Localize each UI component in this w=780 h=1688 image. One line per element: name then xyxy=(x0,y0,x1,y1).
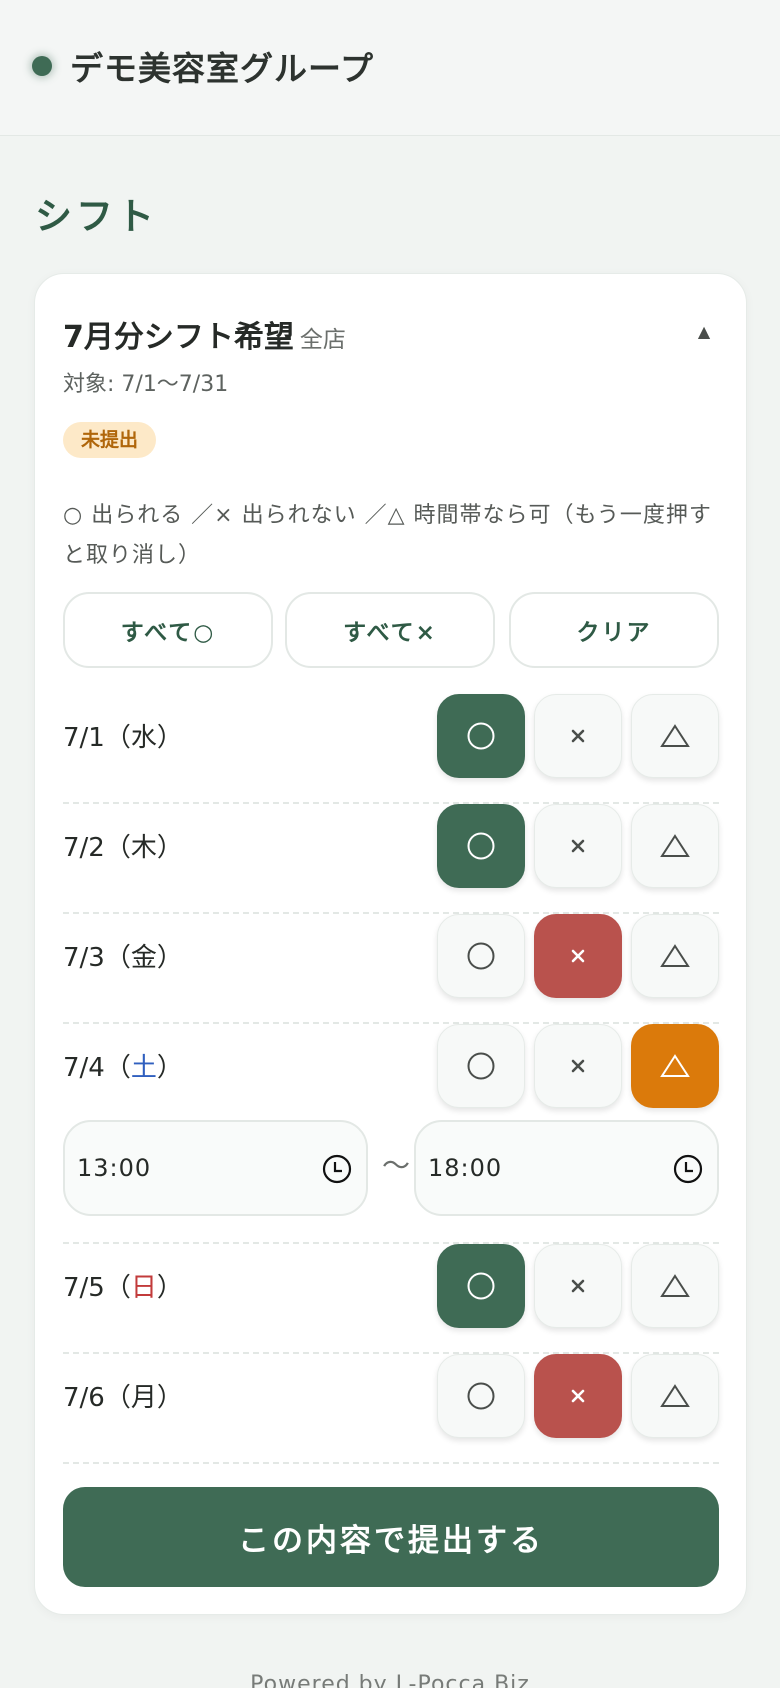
ok-option-button[interactable] xyxy=(437,694,525,778)
day-weekday: 金 xyxy=(130,943,157,973)
ng-option-button[interactable] xyxy=(534,1024,622,1108)
day-weekday: 月 xyxy=(130,1383,157,1413)
ng-option-button[interactable] xyxy=(534,1354,622,1438)
triangle-icon xyxy=(660,1054,690,1077)
all-ng-button[interactable]: すべて× xyxy=(285,592,495,668)
day-row: 7/2（木） xyxy=(63,804,719,914)
app-header: デモ美容室グループ xyxy=(0,0,780,136)
partial-option-button[interactable] xyxy=(631,804,719,888)
cross-icon xyxy=(571,1389,585,1403)
cross-icon xyxy=(571,729,585,743)
time-separator: 〜 xyxy=(381,1149,410,1182)
cross-icon xyxy=(571,1059,585,1073)
bulk-actions: すべて○ すべて× クリア xyxy=(63,592,719,668)
day-row: 7/5（日） xyxy=(63,1244,719,1354)
day-date: 7/5 xyxy=(63,1273,105,1303)
day-weekday: 日 xyxy=(130,1273,157,1303)
ng-option-button[interactable] xyxy=(534,1244,622,1328)
start-time-input[interactable]: 13:00 xyxy=(63,1120,368,1216)
end-time-value: 18:00 xyxy=(428,1154,503,1182)
triangle-icon xyxy=(660,1384,690,1407)
footer-powered-by: Powered by L-Pocca Biz xyxy=(250,1672,530,1688)
collapse-toggle-icon[interactable]: ▲ xyxy=(694,324,714,340)
ng-option-button[interactable] xyxy=(534,694,622,778)
day-weekday: 木 xyxy=(130,833,157,863)
clock-icon[interactable] xyxy=(673,1154,703,1184)
day-label: 7/5（日） xyxy=(63,1273,183,1303)
day-row: 7/1（水） xyxy=(63,694,719,804)
day-label: 7/2（木） xyxy=(63,833,183,863)
shift-request-card: 7月分シフト希望 全店 ▲ 対象: 7/1〜7/31 未提出 ○ 出られる ／× … xyxy=(34,273,747,1615)
triangle-icon xyxy=(660,834,690,857)
day-label: 7/6（月） xyxy=(63,1383,183,1413)
triangle-icon xyxy=(660,724,690,747)
ng-option-button[interactable] xyxy=(534,914,622,998)
circle-icon xyxy=(467,832,495,860)
all-ok-button[interactable]: すべて○ xyxy=(63,592,273,668)
start-time-value: 13:00 xyxy=(77,1154,152,1182)
circle-icon xyxy=(467,942,495,970)
ok-option-button[interactable] xyxy=(437,1024,525,1108)
day-date: 7/2 xyxy=(63,833,105,863)
brand-name: デモ美容室グループ xyxy=(70,49,375,88)
cross-icon xyxy=(571,949,585,963)
page-title: シフト xyxy=(35,195,158,238)
triangle-icon xyxy=(660,944,690,967)
submit-button[interactable]: この内容で提出する xyxy=(63,1487,719,1587)
ok-option-button[interactable] xyxy=(437,1244,525,1328)
circle-icon xyxy=(467,722,495,750)
triangle-icon xyxy=(660,1274,690,1297)
circle-icon xyxy=(467,1272,495,1300)
day-date: 7/4 xyxy=(63,1053,105,1083)
ok-option-button[interactable] xyxy=(437,914,525,998)
day-weekday: 土 xyxy=(130,1053,157,1083)
partial-option-button[interactable] xyxy=(631,914,719,998)
day-date: 7/1 xyxy=(63,723,105,753)
day-label: 7/4（土） xyxy=(63,1053,183,1083)
day-label: 7/3（金） xyxy=(63,943,183,973)
legend-text: ○ 出られる ／× 出られない ／△ 時間帯なら可（もう一度押すと取り消し） xyxy=(63,503,712,568)
target-period: 対象: 7/1〜7/31 xyxy=(63,372,229,397)
day-date: 7/6 xyxy=(63,1383,105,1413)
partial-option-button[interactable] xyxy=(631,1024,719,1108)
circle-icon xyxy=(467,1052,495,1080)
ok-option-button[interactable] xyxy=(437,1354,525,1438)
clock-icon[interactable] xyxy=(322,1154,352,1184)
day-date: 7/3 xyxy=(63,943,105,973)
card-title: 7月分シフト希望 全店 xyxy=(63,312,346,356)
clear-button[interactable]: クリア xyxy=(509,592,719,668)
time-range: 13:00 〜 18:00 xyxy=(63,1120,719,1216)
day-row: 7/3（金） xyxy=(63,914,719,1024)
card-title-text: 7月分シフト希望 xyxy=(63,320,294,355)
card-scope: 全店 xyxy=(299,327,346,353)
day-weekday: 水 xyxy=(130,723,157,753)
end-time-input[interactable]: 18:00 xyxy=(414,1120,719,1216)
status-badge: 未提出 xyxy=(63,422,157,458)
brand-dot-icon xyxy=(32,56,52,76)
ng-option-button[interactable] xyxy=(534,804,622,888)
cross-icon xyxy=(571,1279,585,1293)
partial-option-button[interactable] xyxy=(631,694,719,778)
ok-option-button[interactable] xyxy=(437,804,525,888)
partial-option-button[interactable] xyxy=(631,1354,719,1438)
day-row: 7/6（月） xyxy=(63,1354,719,1464)
partial-option-button[interactable] xyxy=(631,1244,719,1328)
day-label: 7/1（水） xyxy=(63,723,183,753)
circle-icon xyxy=(467,1382,495,1410)
cross-icon xyxy=(571,839,585,853)
